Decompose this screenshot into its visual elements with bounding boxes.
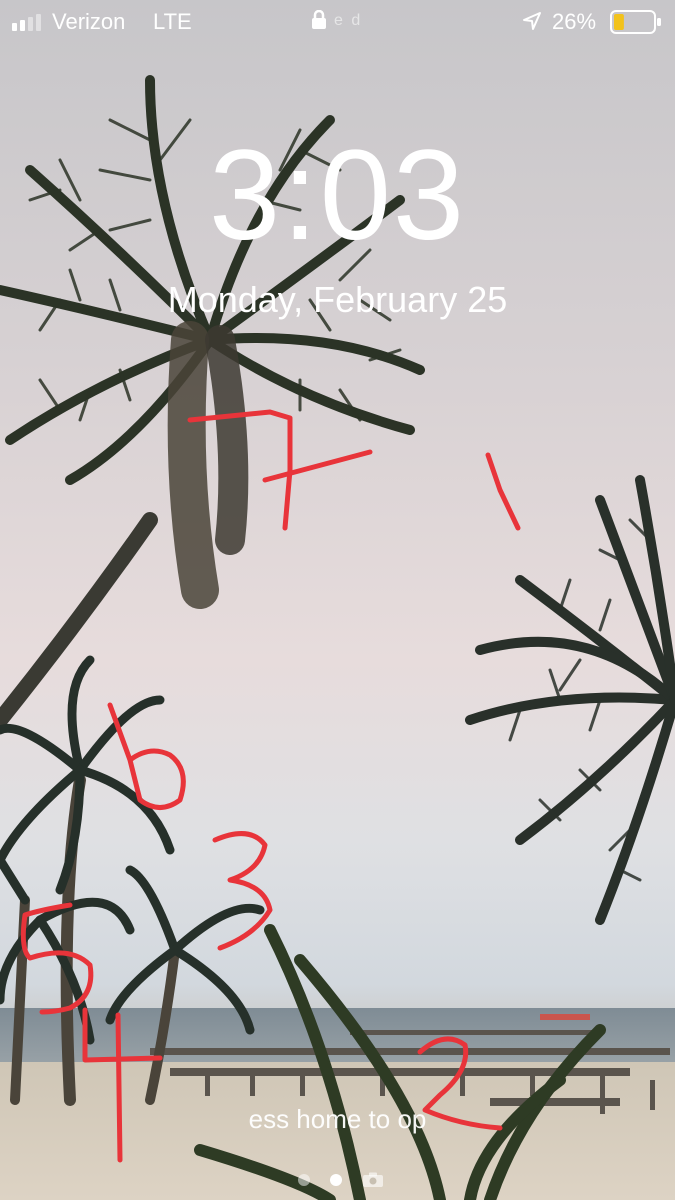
annotation-number-1 bbox=[485, 452, 521, 531]
annotation-number-4 bbox=[82, 1007, 163, 1163]
annotation-number-6 bbox=[107, 702, 186, 810]
camera-icon[interactable] bbox=[362, 1172, 384, 1188]
annotation-number-3 bbox=[212, 831, 273, 951]
handwritten-annotations bbox=[20, 409, 521, 1163]
page-dot-active[interactable] bbox=[330, 1174, 342, 1186]
unlock-hint-text: ess home to op bbox=[248, 1104, 427, 1134]
annotation-number-5 bbox=[20, 902, 94, 1015]
page-dot[interactable] bbox=[298, 1174, 310, 1186]
page-indicator[interactable] bbox=[298, 1172, 384, 1188]
annotation-number-7 bbox=[187, 409, 373, 531]
